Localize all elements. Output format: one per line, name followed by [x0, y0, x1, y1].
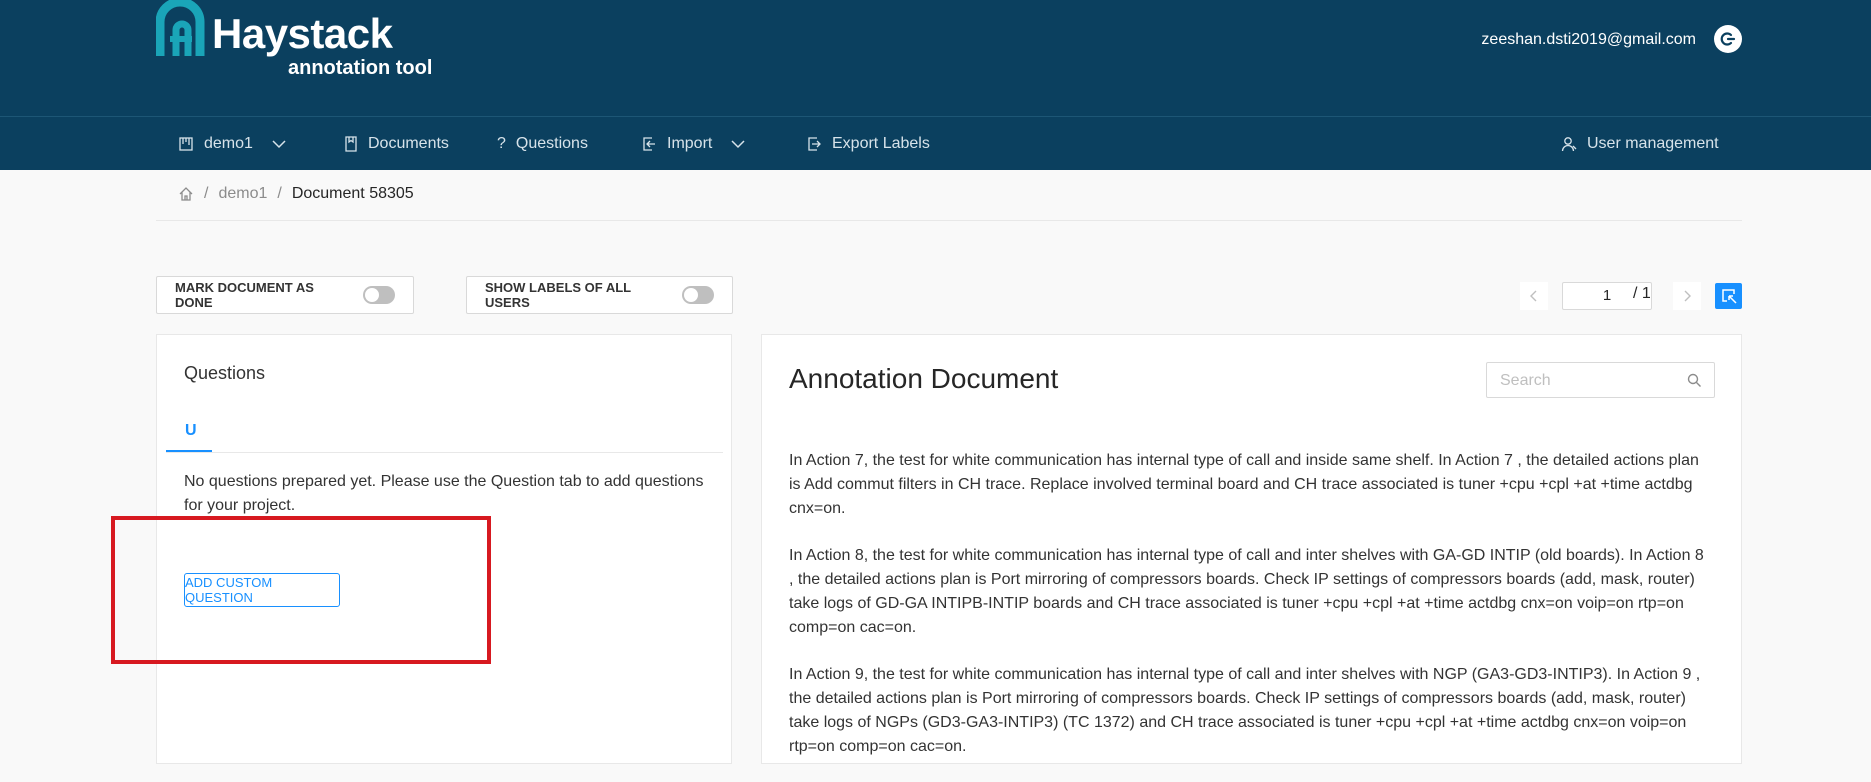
nav-questions-label: Questions: [515, 134, 588, 152]
nav-documents[interactable]: Documents: [344, 117, 449, 170]
annotation-document-panel: Annotation Document Search In Action 7, …: [761, 334, 1742, 764]
user-icon: [1561, 136, 1577, 151]
tab-divider: [166, 452, 723, 453]
question-icon: ?: [497, 134, 506, 152]
breadcrumb-separator: /: [277, 185, 282, 202]
nav-user-management-label: User management: [1587, 134, 1719, 152]
nav-import-dropdown[interactable]: Import: [641, 117, 746, 170]
document-title: Annotation Document: [789, 363, 1059, 394]
search-placeholder: Search: [1500, 372, 1551, 389]
show-labels-toggle[interactable]: [682, 286, 714, 304]
home-icon[interactable]: [178, 186, 194, 202]
select-mode-button[interactable]: [1715, 283, 1742, 309]
document-search-input[interactable]: Search: [1486, 362, 1715, 398]
questions-title: Questions: [184, 363, 266, 383]
haystack-logo[interactable]: [156, 0, 212, 58]
show-labels-label: SHOW LABELS OF ALL USERS: [485, 280, 631, 310]
breadcrumb-project[interactable]: demo1: [218, 185, 267, 203]
haystack-logo-icon: [156, 0, 205, 56]
chevron-left-icon: [1530, 290, 1537, 302]
mark-done-toggle[interactable]: [363, 286, 395, 304]
nav-project-label: demo1: [204, 134, 253, 152]
main-nav: demo1 Documents ? Questions Import Expor…: [0, 116, 1871, 170]
select-cursor-icon: [1721, 289, 1737, 304]
document-icon: [345, 135, 357, 152]
nav-export-label: Export Labels: [832, 134, 930, 152]
logout-icon[interactable]: [1714, 25, 1742, 53]
nav-documents-label: Documents: [368, 134, 449, 152]
document-paragraph[interactable]: In Action 9, the test for white communic…: [789, 663, 1709, 759]
import-icon: [643, 136, 655, 151]
nav-export-labels[interactable]: Export Labels: [806, 117, 930, 170]
nav-user-management[interactable]: User management: [1561, 117, 1719, 170]
nav-import-label: Import: [667, 134, 713, 152]
project-icon: [179, 136, 193, 151]
export-icon: [808, 136, 821, 151]
tab-u[interactable]: U: [185, 422, 197, 440]
breadcrumb-divider: [156, 220, 1742, 221]
document-paragraph[interactable]: In Action 7, the test for white communic…: [789, 449, 1709, 521]
empty-questions-message: No questions prepared yet. Please use th…: [184, 473, 704, 514]
show-labels-control: SHOW LABELS OF ALL USERS: [466, 276, 733, 314]
document-paragraph[interactable]: In Action 8, the test for white communic…: [789, 544, 1709, 640]
mark-done-label: MARK DOCUMENT AS DONE: [175, 280, 314, 310]
chevron-down-icon: [731, 139, 745, 148]
breadcrumb-separator: /: [204, 185, 209, 202]
logo-subtitle: annotation tool: [288, 57, 433, 79]
app-header: Haystack annotation tool zeeshan.dsti201…: [0, 0, 1871, 116]
search-icon[interactable]: [1687, 373, 1702, 388]
nav-questions[interactable]: ? Questions: [497, 117, 588, 170]
next-page-button[interactable]: [1673, 282, 1701, 310]
logo-text: Haystack: [212, 10, 393, 57]
breadcrumb: / demo1 / Document 58305: [178, 184, 414, 204]
page-total: / 1: [1633, 285, 1651, 302]
nav-project-dropdown[interactable]: demo1: [178, 117, 287, 170]
previous-page-button[interactable]: [1520, 282, 1548, 310]
breadcrumb-document: Document 58305: [291, 185, 414, 202]
document-text[interactable]: In Action 7, the test for white communic…: [789, 449, 1709, 782]
chevron-right-icon: [1684, 290, 1691, 302]
highlight-annotation: [111, 516, 491, 664]
mark-done-control: MARK DOCUMENT AS DONE: [156, 276, 414, 314]
user-email: zeeshan.dsti2019@gmail.com: [1481, 31, 1696, 48]
chevron-down-icon: [272, 139, 286, 148]
